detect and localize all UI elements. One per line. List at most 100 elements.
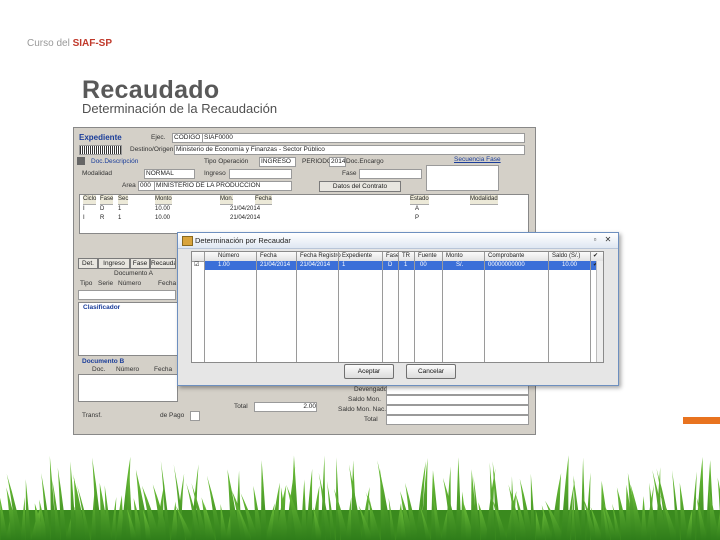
- row-saldo: 10.00: [562, 262, 578, 268]
- minimize-icon[interactable]: ▫: [590, 235, 600, 245]
- clasificador-grid: Clasificador: [78, 302, 178, 356]
- cell-fase: R: [100, 215, 105, 221]
- ejec-label: Ejec.: [151, 134, 166, 141]
- area-code-field[interactable]: 000: [138, 181, 155, 191]
- grid-header-modalidad: Modalidad: [470, 195, 498, 205]
- modalidad-field[interactable]: NORMAL: [144, 169, 195, 179]
- datos-contrato-button[interactable]: Datos del Contrato: [319, 181, 401, 192]
- close-icon[interactable]: ✕: [603, 235, 613, 245]
- vertical-scrollbar[interactable]: [596, 261, 603, 362]
- row-tr: 1: [404, 262, 408, 268]
- cell-monto: 10.00: [155, 206, 171, 212]
- doc-encargo-label: Doc.Encargo: [346, 158, 384, 165]
- secuencia-fase-box: [426, 165, 499, 191]
- tipo-label: Tipo: [80, 280, 93, 287]
- documento-a-field[interactable]: [78, 290, 176, 300]
- cell-sec: 1: [118, 206, 122, 212]
- aceptar-button[interactable]: Aceptar: [344, 364, 394, 379]
- total-right-field[interactable]: [386, 415, 529, 425]
- col-fuente: Fuente: [418, 253, 437, 259]
- grid-header-fase: Fase: [100, 195, 114, 205]
- cell-fecha: 21/04/2014: [230, 215, 261, 221]
- col-divider: [590, 252, 591, 362]
- destino-field[interactable]: Ministerio de Economía y Finanzas - Sect…: [174, 145, 525, 155]
- accent-bar: [683, 417, 720, 424]
- saldo-mon-label: Saldo Mon.: [348, 396, 381, 403]
- grass-blade: [301, 479, 307, 540]
- fecha-label: Fecha: [158, 280, 177, 287]
- col-divider: [398, 252, 399, 362]
- tab-recaudado[interactable]: Recaudado: [150, 258, 176, 269]
- fase-label: Fase: [342, 170, 357, 177]
- numero-b-label: Número: [116, 366, 140, 373]
- ingreso-field[interactable]: [229, 169, 292, 179]
- col-expediente: Expediente: [342, 253, 373, 259]
- row-fecha-registro: 21/04/2014: [300, 262, 331, 268]
- cell-ciclo: I: [83, 215, 85, 221]
- cell-fecha: 21/04/2014: [230, 206, 261, 212]
- pago-checkbox[interactable]: [190, 411, 200, 421]
- total-field[interactable]: 2.00: [254, 402, 317, 412]
- grid-header-monto: Monto: [155, 195, 172, 205]
- doc-icon: [77, 157, 85, 165]
- fases-grid: Ciclo Fase Sec Monto Mon. Fecha Estado M…: [79, 194, 529, 234]
- saldo-mon-nac-field[interactable]: [386, 405, 529, 415]
- devengado-field[interactable]: [386, 385, 529, 395]
- dialog-titlebar: Determinación por Recaudar ▫ ✕: [178, 233, 618, 249]
- saldo-mon-field[interactable]: [386, 395, 529, 405]
- table-row[interactable]: I D 1 10.00 21/04/2014 A: [80, 205, 520, 214]
- slide-subtitle: Determinación de la Recaudación: [82, 101, 278, 116]
- tipo-operacion-field[interactable]: INGRESO: [259, 157, 296, 167]
- periodo-field[interactable]: 2014: [329, 157, 346, 167]
- row-fuente: 00: [420, 262, 427, 268]
- cell-monto: 10.00: [155, 215, 171, 221]
- dialog-title: Determinación por Recaudar: [195, 236, 291, 245]
- col-monto: Monto: [446, 253, 463, 259]
- ejec-code-field[interactable]: CODIGO: [172, 133, 203, 143]
- area-name-field[interactable]: MINISTERIO DE LA PRODUCCIÓN: [154, 181, 292, 191]
- area-label: Area: [122, 182, 136, 189]
- col-divider: [484, 252, 485, 362]
- col-divider: [256, 252, 257, 362]
- col-divider: [204, 252, 205, 362]
- tab-det[interactable]: Det.: [78, 258, 98, 269]
- cell-estado: A: [415, 206, 420, 212]
- pago-label: de Pago: [160, 412, 185, 419]
- documento-b-label: Documento B: [82, 358, 125, 365]
- col-comprobante: Comprobante: [488, 253, 525, 259]
- row-comprobante: 00000000000: [488, 262, 525, 268]
- col-divider: [414, 252, 415, 362]
- row-fase: D: [388, 262, 393, 268]
- col-numero: Número: [218, 253, 240, 259]
- saldo-mon-nac-label: Saldo Mon. Nac.: [338, 406, 387, 413]
- tab-ingreso[interactable]: Ingreso: [98, 258, 130, 269]
- row-select-marker[interactable]: ☑: [194, 261, 199, 270]
- col-divider: [338, 252, 339, 362]
- determinacion-grid: Número Fecha Fecha Registro Expediente F…: [191, 251, 604, 363]
- expediente-label: Expediente: [79, 133, 122, 142]
- clasificador-label: Clasificador: [83, 304, 121, 311]
- col-divider: [442, 252, 443, 362]
- grass-blade: [456, 457, 462, 540]
- tab-fase[interactable]: Fase: [130, 258, 150, 269]
- periodo-label: PERIODO: [302, 158, 332, 165]
- cancelar-button[interactable]: Cancelar: [406, 364, 456, 379]
- cell-sec: 1: [118, 215, 122, 221]
- grass-blade: [530, 473, 536, 540]
- grass-blade: [306, 468, 313, 540]
- fase-field[interactable]: [359, 169, 422, 179]
- grass-blade: [261, 460, 268, 540]
- cell-ciclo: I: [83, 206, 85, 212]
- tipo-operacion-label: Tipo Operación: [204, 158, 249, 165]
- course-prefix: Curso del: [27, 38, 73, 49]
- fecha-b-label: Fecha: [154, 366, 173, 373]
- serie-label: Serie: [98, 280, 114, 287]
- row-fecha: 21/04/2014: [260, 262, 291, 268]
- col-tr: TR: [402, 253, 410, 259]
- col-divider: [296, 252, 297, 362]
- col-saldo: Saldo (S/.): [552, 253, 581, 259]
- ejec-name-field[interactable]: SIAF0000: [202, 133, 525, 143]
- table-row[interactable]: I R 1 10.00 21/04/2014 P: [80, 214, 520, 223]
- grid-header-ciclo: Ciclo: [83, 195, 97, 205]
- grid-header-sec: Sec: [118, 195, 129, 205]
